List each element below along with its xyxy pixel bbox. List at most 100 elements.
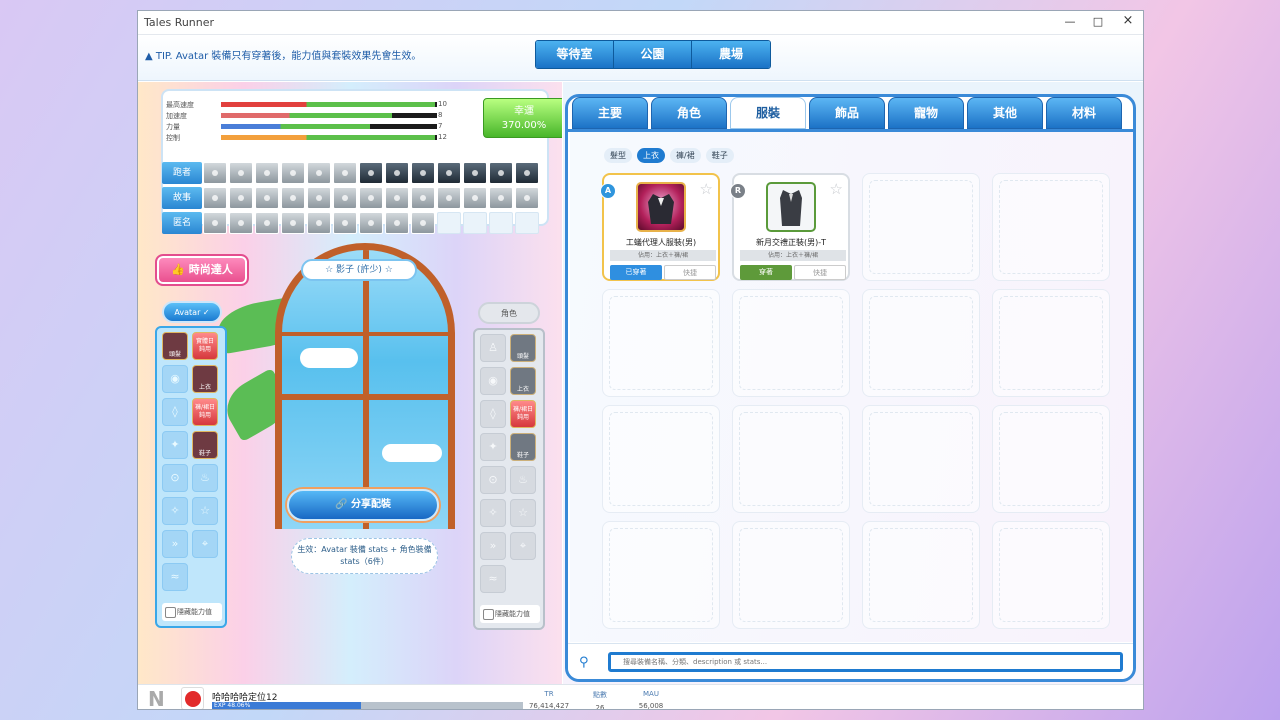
equip-slot[interactable]: ♨: [192, 464, 218, 492]
grid-row-label[interactable]: 跑者: [162, 162, 202, 184]
collection-cell[interactable]: [229, 187, 253, 209]
collection-cell[interactable]: [489, 212, 513, 234]
equip-slot[interactable]: ◉: [162, 365, 188, 393]
collection-cell[interactable]: [333, 212, 357, 234]
equip-slot[interactable]: 鞋子: [192, 431, 218, 459]
subtab-top[interactable]: 上衣: [637, 148, 665, 163]
equip-slot[interactable]: ⊙: [162, 464, 188, 492]
hide-stats-checkbox-right[interactable]: 隱藏能力值: [480, 605, 540, 623]
subtab-pants[interactable]: 褲/裙: [670, 148, 701, 163]
collection-cell[interactable]: [411, 187, 435, 209]
collection-cell[interactable]: [203, 162, 227, 184]
collection-cell[interactable]: [515, 212, 539, 234]
collection-cell[interactable]: [385, 162, 409, 184]
equip-slot[interactable]: ⊙: [480, 466, 506, 494]
equip-slot[interactable]: ⌖: [192, 530, 218, 558]
collection-cell[interactable]: [229, 212, 253, 234]
equip-slot[interactable]: ≈: [480, 565, 506, 593]
collection-cell[interactable]: [255, 187, 279, 209]
equip-slot[interactable]: ♙: [480, 334, 506, 362]
minimize-button[interactable]: —: [1060, 15, 1080, 28]
subtab-shoes[interactable]: 鞋子: [705, 148, 734, 163]
grid-row-label[interactable]: 故事: [162, 187, 202, 209]
tab-clothing[interactable]: 服裝: [730, 97, 806, 129]
search-input[interactable]: [608, 652, 1123, 672]
collection-cell[interactable]: [359, 162, 383, 184]
equip-slot[interactable]: ◉: [480, 367, 506, 395]
collection-cell[interactable]: [489, 162, 513, 184]
nav-waiting-room[interactable]: 等待室: [536, 41, 614, 68]
collection-cell[interactable]: [463, 212, 487, 234]
equip-slot[interactable]: ☆: [192, 497, 218, 525]
equip-slot[interactable]: 頭髮: [162, 332, 188, 360]
share-loadout-button[interactable]: 🔗 分享配裝: [287, 489, 439, 521]
collection-cell[interactable]: [307, 212, 331, 234]
collection-cell[interactable]: [333, 187, 357, 209]
tab-main[interactable]: 主要: [572, 97, 648, 129]
favorite-star-icon[interactable]: ☆: [830, 180, 843, 198]
collection-cell[interactable]: [229, 162, 253, 184]
character-filter-button[interactable]: 角色: [478, 302, 540, 324]
tab-character[interactable]: 角色: [651, 97, 727, 129]
equip-slot[interactable]: ♨: [510, 466, 536, 494]
nav-farm[interactable]: 農場: [692, 41, 770, 68]
equip-slot[interactable]: 褲/裙日 鈍用: [192, 398, 218, 426]
collection-cell[interactable]: [203, 187, 227, 209]
collection-cell[interactable]: [307, 187, 331, 209]
collection-cell[interactable]: [281, 212, 305, 234]
shortcut-button[interactable]: 快捷: [794, 265, 846, 280]
collection-cell[interactable]: [437, 212, 461, 234]
equip-slot[interactable]: ✦: [162, 431, 188, 459]
shadow-label[interactable]: ☆ 影子 (許少) ☆: [301, 259, 417, 281]
avatar[interactable]: [181, 687, 204, 709]
collection-cell[interactable]: [255, 162, 279, 184]
wear-button[interactable]: 穿著: [740, 265, 792, 280]
collection-cell[interactable]: [255, 212, 279, 234]
collection-cell[interactable]: [359, 187, 383, 209]
collection-cell[interactable]: [489, 187, 513, 209]
tab-accessories[interactable]: 飾品: [809, 97, 885, 129]
equip-slot[interactable]: »: [162, 530, 188, 558]
collection-cell[interactable]: [281, 162, 305, 184]
collection-cell[interactable]: [333, 162, 357, 184]
shortcut-button[interactable]: 快捷: [664, 265, 716, 280]
collection-cell[interactable]: [385, 212, 409, 234]
collection-cell[interactable]: [359, 212, 383, 234]
favorite-star-icon[interactable]: ☆: [700, 180, 713, 198]
grid-row-label[interactable]: 匿名: [162, 212, 202, 234]
equip-slot[interactable]: ☆: [510, 499, 536, 527]
equip-slot[interactable]: 鞋子: [510, 433, 536, 461]
collection-cell[interactable]: [515, 187, 539, 209]
collection-cell[interactable]: [281, 187, 305, 209]
collection-cell[interactable]: [203, 212, 227, 234]
collection-cell[interactable]: [385, 187, 409, 209]
equip-slot[interactable]: 上衣: [510, 367, 536, 395]
maximize-button[interactable]: □: [1088, 15, 1108, 28]
avatar-filter-button[interactable]: Avatar ✓: [162, 301, 222, 323]
collection-cell[interactable]: [411, 162, 435, 184]
subtab-hair[interactable]: 髮型: [604, 148, 632, 163]
equip-slot[interactable]: ⌖: [510, 532, 536, 560]
nav-park[interactable]: 公園: [614, 41, 692, 68]
equip-slot[interactable]: 上衣: [192, 365, 218, 393]
equip-slot[interactable]: »: [480, 532, 506, 560]
equip-slot[interactable]: ◊: [162, 398, 188, 426]
collection-cell[interactable]: [437, 162, 461, 184]
equip-slot[interactable]: ✦: [480, 433, 506, 461]
item-card[interactable]: R ☆ 新月交禮正裝(男)-T 佔用：上衣＋褲/裙 穿著 快捷: [730, 173, 850, 281]
collection-cell[interactable]: [437, 187, 461, 209]
fashion-master-button[interactable]: 👍 時尚達人: [155, 254, 249, 286]
equip-slot[interactable]: ◊: [480, 400, 506, 428]
tab-other[interactable]: 其他: [967, 97, 1043, 129]
equipped-button[interactable]: 已穿著: [610, 265, 662, 280]
equip-slot[interactable]: ✧: [162, 497, 188, 525]
collection-cell[interactable]: [411, 212, 435, 234]
tab-pets[interactable]: 寵物: [888, 97, 964, 129]
item-card[interactable]: A ☆ 工蟻代理人服裝(男) 佔用：上衣＋褲/裙 已穿著 快捷: [600, 173, 720, 281]
collection-cell[interactable]: [515, 162, 539, 184]
equip-slot[interactable]: ✧: [480, 499, 506, 527]
collection-cell[interactable]: [463, 162, 487, 184]
hide-stats-checkbox[interactable]: 隱藏能力值: [162, 603, 222, 621]
equip-slot[interactable]: 頭髮: [510, 334, 536, 362]
collection-cell[interactable]: [307, 162, 331, 184]
